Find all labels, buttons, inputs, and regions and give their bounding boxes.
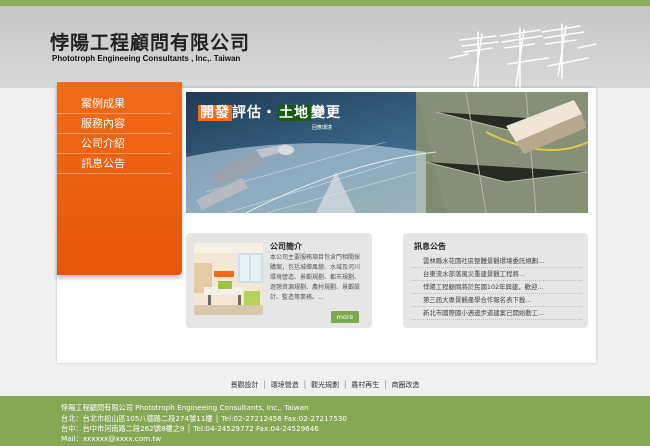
- news-card: 訊息公告 雲林縣水花園社區整體景觀環境委託規劃... 台東流水部落風災重建景觀工…: [403, 233, 588, 328]
- bottom-nav-landscape-design[interactable]: 景觀設計: [231, 381, 259, 389]
- sketch-decoration: [449, 23, 597, 88]
- bottom-nav-environment[interactable]: 環境營造: [271, 381, 299, 389]
- banner-title: 開發 評估・ 土地 變更: [198, 102, 341, 122]
- news-item[interactable]: 台東流水部落風災重建景觀工程將...: [412, 268, 582, 281]
- header: 悖陽工程顧問有限公司 Phototroph Engineeing Consult…: [0, 0, 650, 88]
- news-item[interactable]: 新北市國際國小週邊步道建案已開始動工...: [412, 307, 582, 320]
- banner-title-part4: 變更: [311, 105, 341, 121]
- office-photo: [194, 243, 263, 315]
- company-name-en: Phototroph Engineeing Consultants , Inc,…: [52, 54, 241, 63]
- banner-title-part3: 土地: [277, 105, 311, 121]
- banner-title-part1: 開發: [198, 105, 232, 121]
- hero-banner[interactable]: 開發 評估・ 土地 變更 回應環境: [186, 92, 588, 213]
- bottom-nav-rural[interactable]: 農村再生: [351, 381, 379, 389]
- news-list: 雲林縣水花園社區整體景觀環境委託規劃... 台東流水部落風災重建景觀工程將...…: [412, 255, 582, 320]
- nav-separator: │: [302, 381, 307, 389]
- bottom-nav: 景觀設計 │ 環境營造 │ 觀光規劃 │ 農村再生 │ 商圈改造: [0, 380, 650, 390]
- sidebar-item-news[interactable]: 訊息公告: [57, 154, 171, 174]
- banner-title-part2: 評估・: [232, 105, 277, 121]
- footer-taipei: 台北：台北市松山區105八德路二段274號11樓 │ Tel:02-272124…: [61, 414, 347, 423]
- footer: 悖陽工程顧問有限公司 Phototroph Engineeing Consult…: [0, 396, 650, 446]
- news-item[interactable]: 悖陽工程顧問將於民國102年興建，歡迎...: [412, 281, 582, 294]
- nav-separator: │: [383, 381, 388, 389]
- nav-separator: │: [262, 381, 267, 389]
- footer-mail[interactable]: Mail：xxxxxx@xxxx.com.tw: [61, 434, 161, 444]
- banner-subtitle: 回應環境: [312, 125, 333, 131]
- news-item[interactable]: 第三屆大專景觀產學合作報名表下載...: [412, 294, 582, 307]
- more-button[interactable]: more: [331, 311, 359, 323]
- about-description: 本公司主要服務項目包含門相關採購案，包括城鄉風貌、水域及河川環境營造、景觀規劃、…: [270, 254, 361, 301]
- nav-separator: │: [343, 381, 348, 389]
- sidebar-item-services[interactable]: 服務內容: [57, 114, 171, 134]
- top-strip: [0, 0, 650, 6]
- sidebar-item-about[interactable]: 公司介紹: [57, 134, 171, 154]
- footer-taichung: 台中：台中市河南路二段262號8樓之9 │ Tel:04-24529772 Fa…: [61, 424, 319, 433]
- bottom-nav-tourism[interactable]: 觀光規劃: [311, 381, 339, 389]
- company-name-cn[interactable]: 悖陽工程顧問有限公司: [50, 28, 250, 55]
- news-title: 訊息公告: [414, 242, 446, 251]
- office-photo-image: [194, 243, 263, 315]
- sidebar-menu: 案例成果 服務內容 公司介紹 訊息公告: [57, 82, 182, 275]
- news-item[interactable]: 雲林縣水花園社區整體景觀環境委託規劃...: [412, 255, 582, 268]
- sidebar-item-cases[interactable]: 案例成果: [57, 94, 171, 114]
- about-title: 公司簡介: [270, 242, 302, 251]
- footer-company: 悖陽工程顧問有限公司 Phototroph Engineeing Consult…: [61, 403, 309, 412]
- bottom-nav-commercial[interactable]: 商圈改造: [391, 381, 419, 389]
